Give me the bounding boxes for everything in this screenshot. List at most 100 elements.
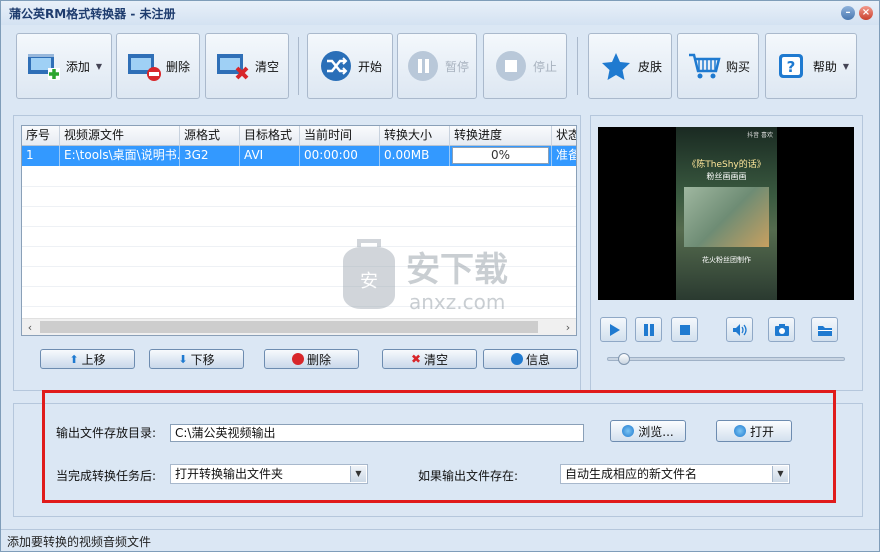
stop-preview-button[interactable] [671,317,698,342]
column-header[interactable]: 状态 [552,126,576,146]
progress-bar: 0% [452,147,549,164]
remove-item-button[interactable]: 删除 [264,349,359,369]
video-frame: 抖音 喜欢 《陈TheShy的话》 粉丝画画画 花火粉丝团制作 [676,127,777,300]
stop-label: 停止 [532,59,557,74]
move-up-label: 上移 [81,352,106,367]
video-header-note: 抖音 喜欢 [747,132,773,139]
cell-dst-format: AVI [240,146,300,166]
info-label: 信息 [525,352,550,367]
table-header: 序号 视频源文件 源格式 目标格式 当前时间 转换大小 转换进度 状态 [22,126,576,146]
status-text: 添加要转换的视频音频文件 [7,535,152,549]
clear-button[interactable]: 清空 [205,33,289,99]
grid-line [22,206,576,207]
grid-line [22,226,576,227]
info-icon [510,353,523,365]
pause-preview-button[interactable] [635,317,662,342]
horizontal-scrollbar[interactable]: ‹ › [22,318,576,335]
folder-button[interactable] [811,317,838,342]
stop-icon [679,324,690,335]
column-header[interactable]: 目标格式 [240,126,300,146]
delete-label: 删除 [165,59,190,74]
star-icon [598,48,634,84]
table-row[interactable]: 1 E:\tools\桌面\说明书... 3G2 AVI 00:00:00 0.… [22,146,576,166]
clear-video-icon [215,48,251,84]
shopping-cart-icon [686,48,722,84]
move-down-button[interactable]: ⬇ 下移 [149,349,244,369]
column-header[interactable]: 转换大小 [380,126,450,146]
scroll-right-icon[interactable]: › [560,320,576,335]
remove-item-label: 删除 [306,352,331,367]
skin-button[interactable]: 皮肤 [588,33,672,99]
info-button[interactable]: 信息 [483,349,578,369]
watermark-domain: anxz.com [409,290,505,314]
buy-button[interactable]: 购买 [677,33,759,99]
delete-button[interactable]: 删除 [116,33,200,99]
column-header[interactable]: 当前时间 [300,126,380,146]
column-header[interactable]: 源格式 [180,126,240,146]
toolbar-divider [577,37,578,95]
close-icon: ✖ [410,352,422,366]
seek-slider[interactable] [607,353,845,365]
help-icon: ? [773,48,809,84]
svg-text:安: 安 [360,271,378,292]
play-button[interactable] [600,317,627,342]
minimize-button[interactable]: – [841,6,855,20]
cell-status: 准备 [552,146,576,166]
delete-video-icon [126,48,162,84]
stop-icon [493,48,529,84]
svg-text:?: ? [787,58,796,76]
cell-time: 00:00:00 [300,146,380,166]
grid-line [22,186,576,187]
cell-src-format: 3G2 [180,146,240,166]
video-preview[interactable]: 抖音 喜欢 《陈TheShy的话》 粉丝画画画 花火粉丝团制作 [598,127,854,300]
chevron-down-icon[interactable]: ▼ [843,62,849,71]
column-header[interactable]: 转换进度 [450,126,552,146]
add-button[interactable]: 添加 ▼ [16,33,112,99]
add-label: 添加 [65,59,90,74]
stop-button[interactable]: 停止 [483,33,567,99]
volume-button[interactable] [726,317,753,342]
arrow-up-icon: ⬆ [69,352,79,366]
toolbar-divider [298,37,299,95]
preview-panel: 抖音 喜欢 《陈TheShy的话》 粉丝画画画 花火粉丝团制作 [590,115,863,391]
status-bar: 添加要转换的视频音频文件 [1,529,879,551]
skin-label: 皮肤 [637,59,662,74]
video-title: 《陈TheShy的话》 [687,160,766,170]
pause-button[interactable]: 暂停 [397,33,477,99]
cell-size: 0.00MB [380,146,450,166]
start-label: 开始 [357,59,382,74]
help-button[interactable]: ? 帮助 ▼ [765,33,857,99]
add-video-icon [26,48,62,84]
camera-icon [774,323,789,336]
column-header[interactable]: 视频源文件 [60,126,180,146]
seek-handle[interactable] [618,353,630,365]
snapshot-button[interactable] [768,317,795,342]
speaker-icon [732,323,747,336]
title-bar: 蒲公英RM格式转换器 - 未注册 – × [1,1,879,25]
scroll-thumb[interactable] [40,321,538,333]
chevron-down-icon[interactable]: ▼ [96,62,102,71]
app-window: 蒲公英RM格式转换器 - 未注册 – × 添加 ▼ 删除 清空 开始 暂停 停止… [0,0,880,552]
video-image [684,187,769,247]
main-toolbar: 添加 ▼ 删除 清空 开始 暂停 停止 皮肤 购买 ? 帮助 ▼ [1,27,879,107]
pause-icon [643,323,654,336]
cell-index: 1 [22,146,60,166]
pause-label: 暂停 [444,59,469,74]
play-icon [609,323,620,336]
column-header[interactable]: 序号 [22,126,60,146]
move-down-label: 下移 [190,352,215,367]
minus-icon [291,353,304,365]
move-up-button[interactable]: ⬆ 上移 [40,349,135,369]
highlight-box [42,390,836,503]
folder-icon [817,325,832,336]
clear-list-button[interactable]: ✖ 清空 [382,349,477,369]
scroll-left-icon[interactable]: ‹ [22,320,38,335]
watermark-logo: 安 安下载 anxz.com [331,237,556,317]
close-button[interactable]: × [859,6,873,20]
start-button[interactable]: 开始 [307,33,393,99]
watermark-text: 安下载 [406,250,508,290]
cell-progress: 0% [450,146,552,166]
pause-icon [405,48,441,84]
clear-list-label: 清空 [424,352,449,367]
window-title: 蒲公英RM格式转换器 - 未注册 [9,7,176,21]
